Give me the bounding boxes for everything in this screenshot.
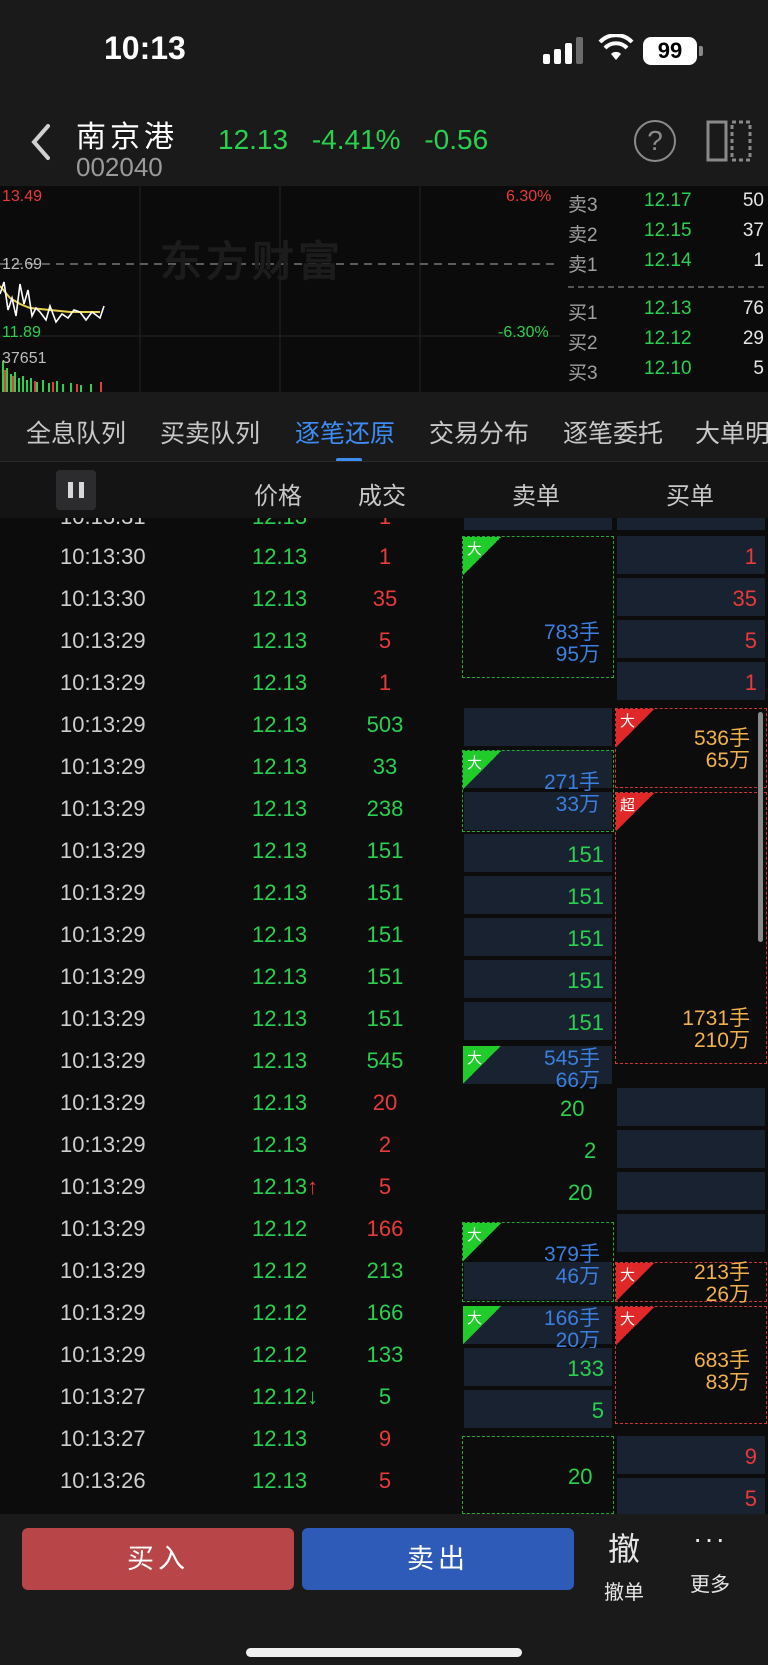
battery-level: 99 xyxy=(643,37,697,65)
chart-volume-label: 37651 xyxy=(2,350,47,367)
chart-low-label: 11.89 xyxy=(2,324,41,341)
table-row: 10:13:29 12.13 151 xyxy=(60,922,404,947)
cancel-order-button[interactable]: 撤 撤单 xyxy=(594,1524,654,1605)
tab-big-orders[interactable]: 大单明 xyxy=(695,414,768,450)
tab-trade-distribution[interactable]: 交易分布 xyxy=(429,414,529,450)
home-indicator[interactable] xyxy=(246,1648,522,1657)
cancel-order-icon: 撤 xyxy=(607,1531,640,1567)
stock-code: 002040 xyxy=(76,152,163,182)
table-row: 10:13:29 12.13 5 xyxy=(60,628,392,653)
bid-1-row: 买1 12.13 76 xyxy=(568,298,764,324)
buy-button[interactable]: 买入 xyxy=(22,1528,294,1590)
tab-full-queue[interactable]: 全息队列 xyxy=(26,414,126,450)
table-row: 10:13:27 12.13 9 xyxy=(60,1426,392,1451)
cellular-signal-icon xyxy=(543,37,583,64)
table-row: 10:13:29 12.12 166 xyxy=(60,1300,404,1325)
more-button[interactable]: ··· 更多 xyxy=(680,1524,740,1597)
table-row: 10:13:29 12.13 151 xyxy=(60,838,404,863)
col-price: 价格 xyxy=(254,483,302,510)
table-row: 10:13:29 12.12 133 xyxy=(60,1342,404,1367)
order-book[interactable]: 卖3 12.17 50 卖2 12.15 37 卖1 12.14 1 买1 12.13 76 买… xyxy=(560,186,768,392)
book-divider xyxy=(568,286,764,288)
cancel-order-label: 撤单 xyxy=(604,1582,644,1604)
ask-1-row: 卖1 12.14 1 xyxy=(568,250,764,276)
col-buy-orders: 买单 xyxy=(666,483,714,510)
change-percent: -4.41% xyxy=(311,124,401,155)
more-label: 更多 xyxy=(690,1574,730,1596)
table-row: 10:13:29 12.13 2 xyxy=(60,1132,392,1157)
ask-3-row: 卖3 12.17 50 xyxy=(568,190,764,216)
pause-icon[interactable] xyxy=(56,470,96,510)
table-row: 10:13:30 12.13 1 xyxy=(60,544,392,569)
wifi-icon xyxy=(598,34,634,60)
current-price: 12.13 xyxy=(218,124,289,155)
table-row: 10:13:29 12.12 166 xyxy=(60,1216,404,1241)
tab-tick-replay[interactable]: 逐笔还原 xyxy=(295,414,395,450)
chart-canvas xyxy=(0,186,560,392)
table-row: 10:13:29 12.13 151 xyxy=(60,964,404,989)
table-row: 10:13:30 12.13 35 xyxy=(60,586,398,611)
more-dots-icon: ··· xyxy=(693,1523,727,1554)
watermark-logo: 东方财富 xyxy=(160,238,345,285)
clock: 10:13 xyxy=(104,30,186,66)
stock-name: 南京港 xyxy=(76,121,178,154)
table-row: 10:13:29 12.13 1 xyxy=(60,670,392,695)
chart-high-label: 13.49 xyxy=(2,188,43,205)
quote-summary: 12.13 -4.41% -0.56 xyxy=(218,124,504,156)
status-bar: 10:13 99 xyxy=(0,0,768,100)
tab-tick-orders[interactable]: 逐笔委托 xyxy=(563,414,663,450)
table-row: 10:13:29 12.13 20 xyxy=(60,1090,398,1115)
chart-high-pct: 6.30% xyxy=(506,188,552,205)
back-arrow-icon[interactable] xyxy=(28,122,52,162)
col-sell-orders: 卖单 xyxy=(512,483,560,510)
table-row: 10:13:29 12.13 151 xyxy=(60,1006,404,1031)
table-row: 10:13:29 12.13 238 xyxy=(60,796,404,821)
table-row: 10:13:29 12.12 213 xyxy=(60,1258,404,1283)
table-row: 10:13:29 12.13 503 xyxy=(60,712,404,737)
action-bar: 买入 卖出 撤 撤单 ··· 更多 xyxy=(0,1514,768,1665)
col-volume: 成交 xyxy=(358,483,406,510)
scrollbar[interactable] xyxy=(758,712,763,942)
bid-3-row: 买3 12.10 5 xyxy=(568,358,764,384)
change-amount: -0.56 xyxy=(424,124,489,155)
tab-bar: 全息队列 买卖队列 逐笔还原 交易分布 逐笔委托 大单明 xyxy=(0,392,768,462)
sell-button[interactable]: 卖出 xyxy=(302,1528,574,1590)
split-view-icon[interactable] xyxy=(706,120,752,162)
stock-header: 南京港 002040 12.13 -4.41% -0.56 ? xyxy=(0,100,768,186)
ask-2-row: 卖2 12.15 37 xyxy=(568,220,764,246)
table-row: 10:13:29 12.13 151 xyxy=(60,880,404,905)
table-row: 10:13:27 12.12↓ 5 xyxy=(60,1384,392,1409)
table-row: 10:13:29 12.13 545 xyxy=(60,1048,404,1073)
table-row: 10:13:29 12.13↑ 5 xyxy=(60,1174,392,1199)
table-header: 价格 成交 卖单 买单 xyxy=(0,462,768,518)
chart-mid-label: 12.69 xyxy=(2,256,43,273)
mini-intraday-chart[interactable]: 13.49 6.30% 12.69 11.89 -6.30% 37651 东方财… xyxy=(0,186,560,392)
battery-icon: 99 xyxy=(643,37,703,65)
bid-2-row: 买2 12.12 29 xyxy=(568,328,764,354)
tab-bid-ask-queue[interactable]: 买卖队列 xyxy=(160,414,260,450)
table-row: 10:13:29 12.13 33 xyxy=(60,754,398,779)
tick-list[interactable]: 1 大 783手95万 1 35 5 1 大 536手65万 大 271手33万… xyxy=(0,518,768,1514)
chart-low-pct: -6.30% xyxy=(498,324,549,341)
table-row: 10:13:26 12.13 5 xyxy=(60,1468,392,1493)
help-icon[interactable]: ? xyxy=(634,120,676,162)
